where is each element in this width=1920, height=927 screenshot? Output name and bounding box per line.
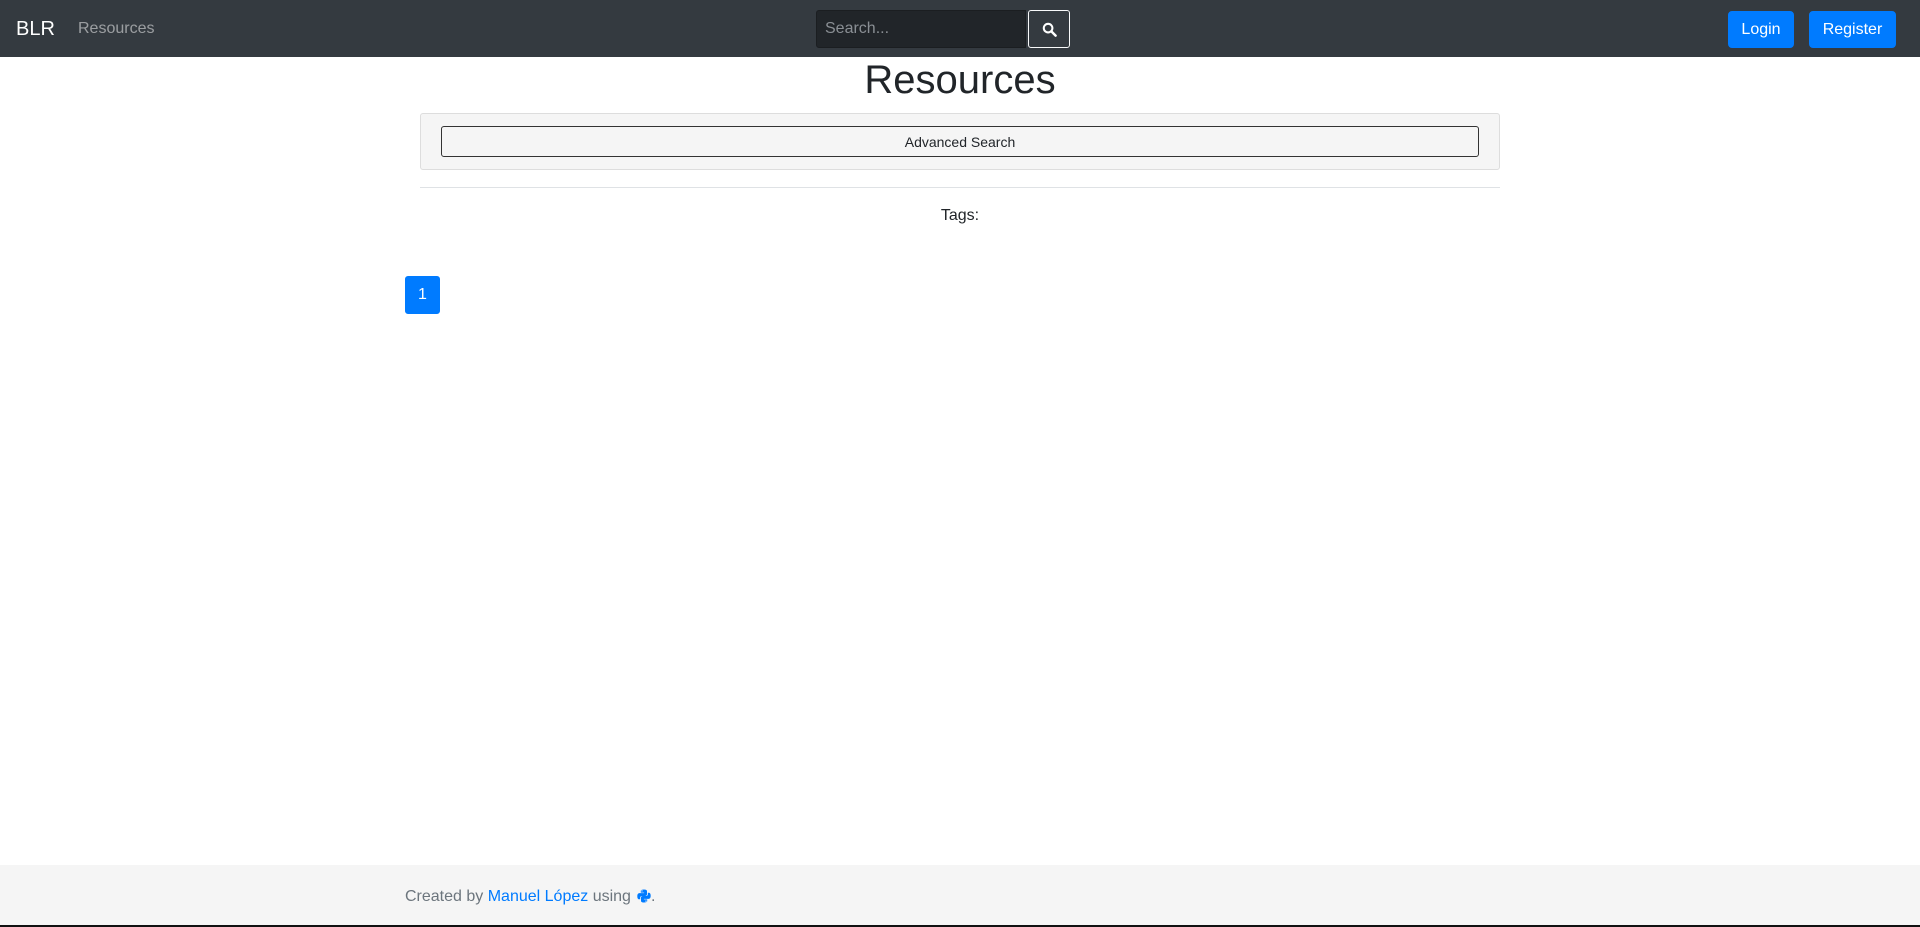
- top-navbar: BLR Resources Login Register: [0, 0, 1920, 57]
- brand-link[interactable]: BLR: [16, 15, 55, 43]
- nav-link-resources[interactable]: Resources: [78, 19, 154, 39]
- tags-label: Tags:: [940, 207, 980, 224]
- footer-middle: using: [592, 888, 631, 905]
- search-form: [816, 10, 1070, 48]
- advanced-search-panel: Advanced Search: [420, 113, 1500, 170]
- search-input[interactable]: [816, 10, 1026, 48]
- footer-credit: Created by Manuel López using .: [405, 887, 655, 907]
- page-title: Resources: [864, 58, 1056, 102]
- search-icon: [1042, 22, 1057, 37]
- author-link[interactable]: Manuel López: [488, 888, 589, 905]
- advanced-search-button[interactable]: Advanced Search: [441, 126, 1479, 157]
- register-button[interactable]: Register: [1809, 11, 1896, 48]
- search-button[interactable]: [1028, 10, 1070, 48]
- footer: Created by Manuel López using .: [0, 865, 1920, 925]
- pagination-page-1[interactable]: 1: [405, 276, 440, 314]
- login-button[interactable]: Login: [1728, 11, 1794, 48]
- divider: [420, 187, 1500, 188]
- footer-prefix: Created by: [405, 888, 484, 905]
- footer-suffix: .: [650, 888, 656, 905]
- python-icon[interactable]: [637, 889, 651, 903]
